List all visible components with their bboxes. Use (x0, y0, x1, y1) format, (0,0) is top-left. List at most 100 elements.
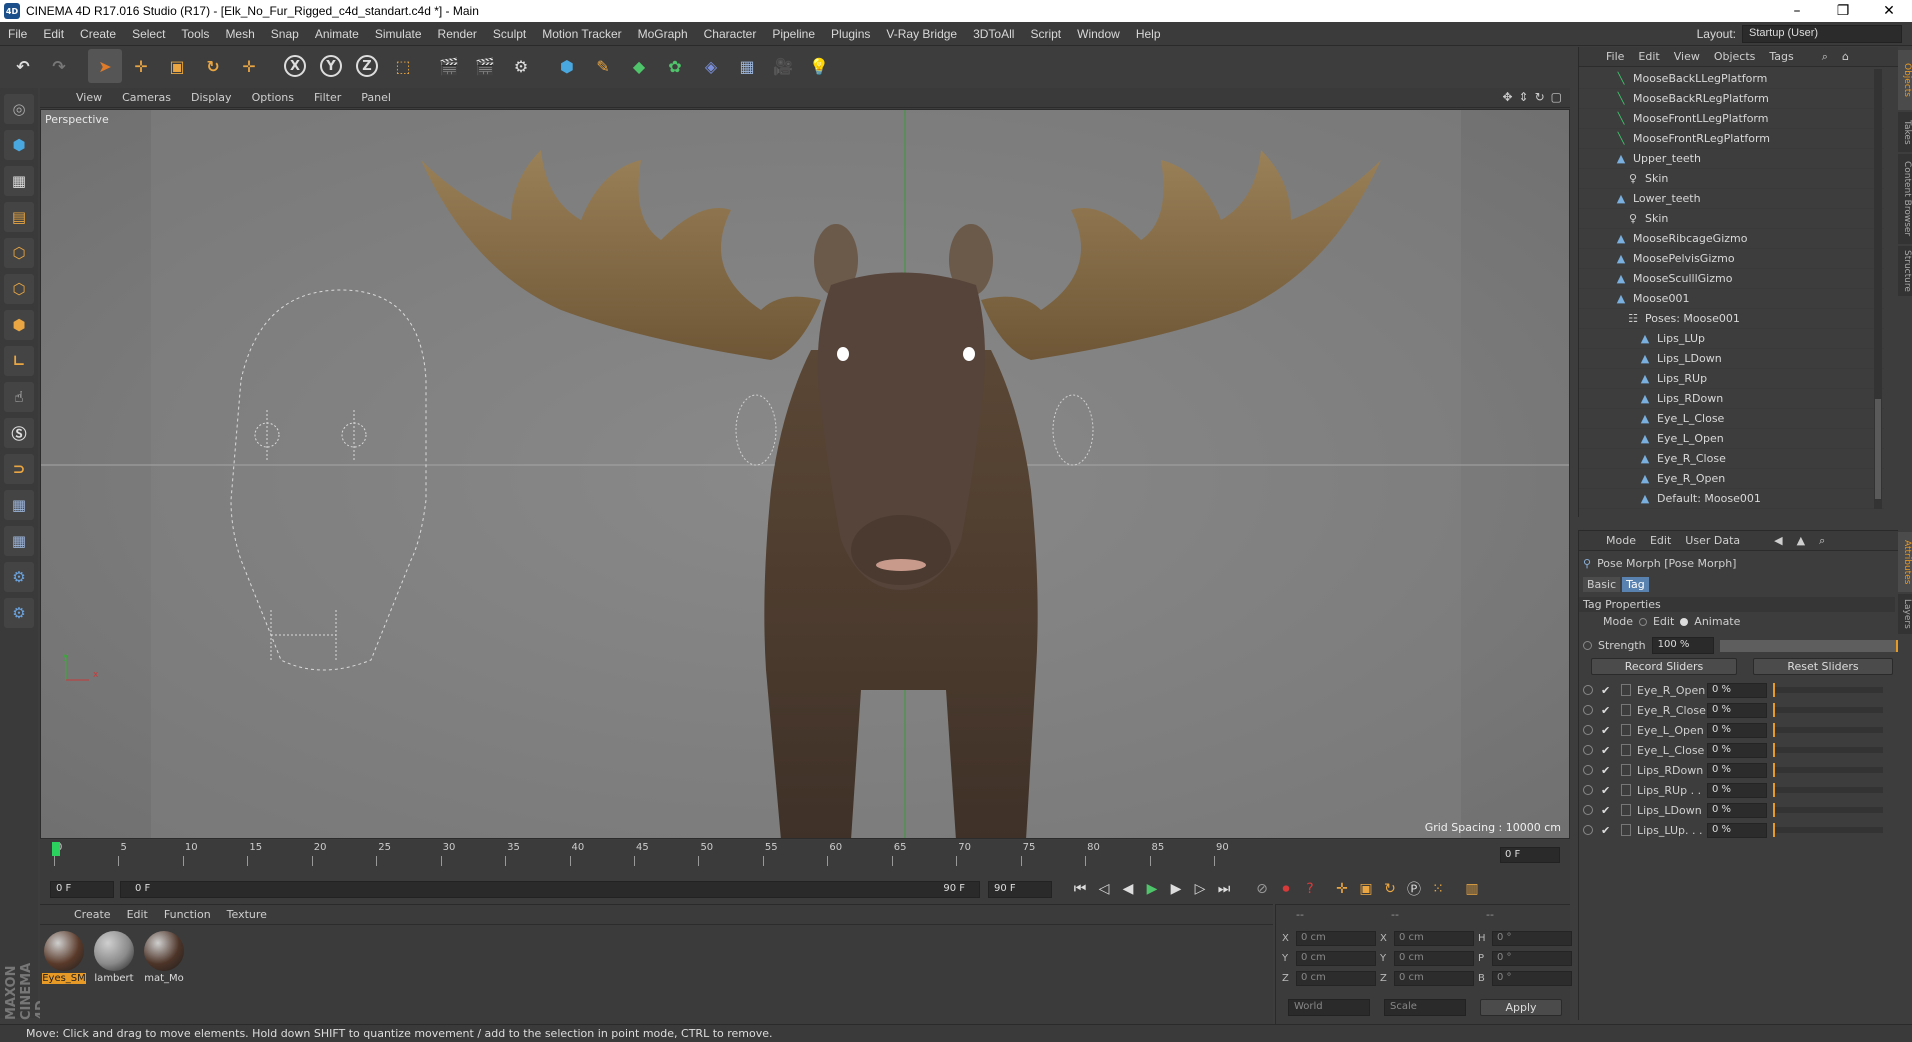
menu-animate[interactable]: Animate (307, 27, 367, 41)
checkmark-icon[interactable]: ✔ (1601, 764, 1613, 777)
side-tab-attributes[interactable]: Attributes (1898, 532, 1912, 592)
points-mode-button[interactable]: ⬡ (4, 238, 34, 268)
render-to-picture-viewer-button[interactable]: 🎬 (468, 49, 502, 83)
key-rotation-button[interactable]: ↻ (1378, 877, 1402, 901)
pose-slider[interactable] (1773, 703, 1883, 717)
object-tree-row[interactable]: ▲ Eye_L_Close (1579, 409, 1884, 429)
python-generator-button[interactable]: ⚙ (4, 598, 34, 628)
snap-button[interactable]: Ⓢ (4, 418, 34, 448)
obj-menu-file[interactable]: File (1599, 50, 1631, 63)
search-icon[interactable]: ⌕ (1815, 50, 1835, 64)
object-tree-row[interactable]: ☷ Poses: Moose001 (1579, 309, 1884, 329)
key-parameter-button[interactable]: Ⓟ (1402, 877, 1426, 901)
next-key-button[interactable]: ▷ (1188, 877, 1212, 901)
object-tree-scrollbar[interactable] (1874, 69, 1882, 509)
menu-3dtoall[interactable]: 3DToAll (965, 27, 1022, 41)
key-pla-button[interactable]: ⁙ (1426, 877, 1450, 901)
object-tree-row[interactable]: ▲ MoosePelvisGizmo (1579, 249, 1884, 269)
object-tree-row[interactable]: ▲ Eye_R_Open (1579, 469, 1884, 489)
object-tree-row[interactable]: ▲ Upper_teeth (1579, 149, 1884, 169)
checkmark-icon[interactable]: ✔ (1601, 804, 1613, 817)
record-sliders-button[interactable]: Record Sliders (1591, 658, 1737, 675)
object-tree-row[interactable]: ▲ Lower_teeth (1579, 189, 1884, 209)
back-arrow-icon[interactable]: ◀ (1767, 534, 1789, 547)
pan-icon[interactable]: ✥ (1502, 90, 1512, 104)
play-button[interactable]: ▶ (1140, 877, 1164, 901)
camera-button[interactable]: 🎥 (766, 49, 800, 83)
size-mode-dropdown[interactable]: Scale (1384, 999, 1466, 1016)
obj-menu-tags[interactable]: Tags (1762, 50, 1800, 63)
start-frame-field[interactable]: 0 F (50, 880, 114, 898)
menu-script[interactable]: Script (1022, 27, 1069, 41)
obj-menu-edit[interactable]: Edit (1631, 50, 1666, 63)
menu-mesh[interactable]: Mesh (217, 27, 262, 41)
checkmark-icon[interactable]: ✔ (1601, 724, 1613, 737)
rotate-tool-button[interactable]: ↻ (196, 49, 230, 83)
current-frame-field[interactable]: 0 F (1500, 847, 1560, 863)
rotation-h-field[interactable]: 0 ° (1492, 931, 1572, 946)
material-lambert[interactable]: lambert (92, 931, 136, 984)
texture-mode-button[interactable]: ▦ (4, 166, 34, 196)
y-axis-lock-button[interactable]: Y (314, 49, 348, 83)
checkmark-icon[interactable]: ✔ (1601, 704, 1613, 717)
tweak-mode-button[interactable]: ☝ (4, 382, 34, 412)
slider-handle[interactable] (1773, 823, 1775, 837)
menu-simulate[interactable]: Simulate (367, 27, 430, 41)
menu-mograph[interactable]: MoGraph (630, 27, 696, 41)
pose-value-field[interactable]: 0 % (1707, 742, 1767, 758)
object-tree-row[interactable]: ▲ MooseRibcageGizmo (1579, 229, 1884, 249)
live-selection-button[interactable]: ➤ (88, 49, 122, 83)
side-tab-takes[interactable]: Takes (1898, 112, 1912, 152)
animate-radio[interactable] (1583, 805, 1593, 815)
material-menu-create[interactable]: Create (66, 908, 119, 921)
object-tree-row[interactable]: ▲ Lips_LUp (1579, 329, 1884, 349)
menu-render[interactable]: Render (430, 27, 485, 41)
mode-edit-radio[interactable] (1638, 617, 1647, 626)
edges-mode-button[interactable]: ⬡ (4, 274, 34, 304)
go-to-end-button[interactable]: ⏭ (1212, 877, 1236, 901)
position-y-field[interactable]: 0 cm (1296, 951, 1376, 966)
rotation-b-field[interactable]: 0 ° (1492, 971, 1572, 986)
object-tree-row[interactable]: ♀ Skin (1579, 209, 1884, 229)
object-tree-row[interactable]: ♀ Skin (1579, 169, 1884, 189)
menu-help[interactable]: Help (1128, 27, 1169, 41)
attr-menu-user-data[interactable]: User Data (1678, 534, 1747, 547)
object-tree-row[interactable]: ▲ Eye_R_Close (1579, 449, 1884, 469)
render-settings-button[interactable]: ⚙ (504, 49, 538, 83)
menu-file[interactable]: File (0, 27, 35, 41)
viewport-menu-view[interactable]: View (66, 91, 112, 104)
size-y-field[interactable]: 0 cm (1394, 951, 1474, 966)
animate-radio[interactable] (1583, 825, 1593, 835)
attr-menu-edit[interactable]: Edit (1643, 534, 1678, 547)
pose-slider[interactable] (1773, 803, 1883, 817)
home-icon[interactable]: ⌂ (1835, 50, 1856, 63)
slider-handle[interactable] (1773, 743, 1775, 757)
python-script-button[interactable]: ⚙ (4, 562, 34, 592)
coordinate-space-dropdown[interactable]: World (1288, 999, 1370, 1016)
menu-edit[interactable]: Edit (35, 27, 72, 41)
pose-slider[interactable] (1773, 783, 1883, 797)
material-eyes-sm[interactable]: Eyes_SM (42, 931, 86, 984)
timeline-ticks[interactable]: 051015202530354045505560657075808590 (50, 842, 1490, 868)
coordinate-system-button[interactable]: ⬚ (386, 49, 420, 83)
animate-radio[interactable] (1583, 705, 1593, 715)
object-tree-row[interactable]: ╲ MooseFrontLLegPlatform (1579, 109, 1884, 129)
menu-vray-bridge[interactable]: V-Ray Bridge (878, 27, 965, 41)
object-tree-row[interactable]: ▲ Lips_LDown (1579, 349, 1884, 369)
animate-radio[interactable] (1583, 685, 1593, 695)
viewport-menu-panel[interactable]: Panel (351, 91, 401, 104)
checkmark-icon[interactable]: ✔ (1601, 784, 1613, 797)
side-tab-content-browser[interactable]: Content Browser (1898, 154, 1912, 244)
maximize-view-icon[interactable]: ▢ (1551, 90, 1562, 104)
object-tree-row[interactable]: ▲ Default: Moose001 (1579, 489, 1884, 509)
menu-window[interactable]: Window (1069, 27, 1128, 41)
material-menu-function[interactable]: Function (156, 908, 219, 921)
next-frame-button[interactable]: ▶ (1164, 877, 1188, 901)
object-tree-row[interactable]: ▲ Lips_RDown (1579, 389, 1884, 409)
previous-key-button[interactable]: ◁ (1092, 877, 1116, 901)
pen-spline-button[interactable]: ✎ (586, 49, 620, 83)
z-axis-lock-button[interactable]: Z (350, 49, 384, 83)
position-x-field[interactable]: 0 cm (1296, 931, 1376, 946)
viewport-menu-cameras[interactable]: Cameras (112, 91, 181, 104)
menu-create[interactable]: Create (72, 27, 124, 41)
